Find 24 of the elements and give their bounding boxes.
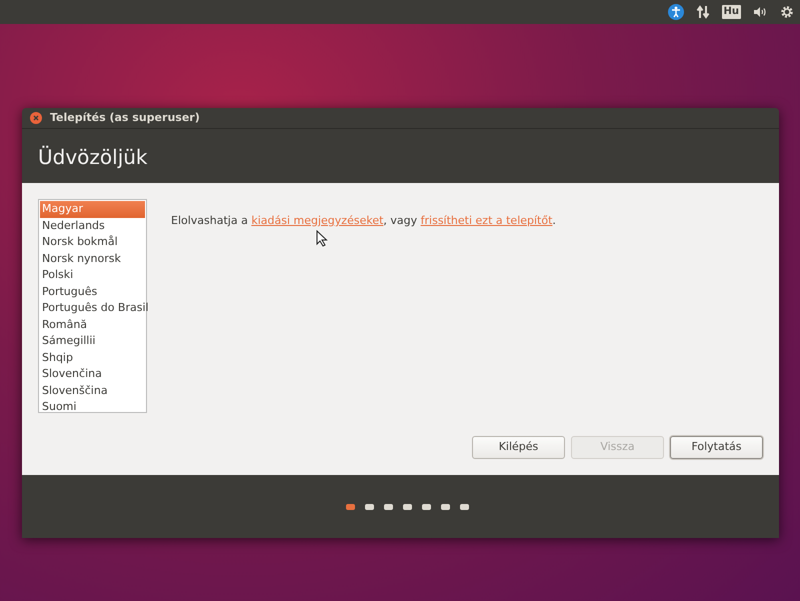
release-notes-text: Elolvashatja a kiadási megjegyzéseket, vagy frissítheti ezt a telepítőt. <box>171 213 556 229</box>
language-item[interactable]: Slovenščina <box>40 382 145 399</box>
volume-icon[interactable] <box>753 6 768 18</box>
dialog-button[interactable]: Folytatás <box>670 436 763 459</box>
language-item[interactable]: Português do Brasil <box>40 300 145 316</box>
dialog-button[interactable]: Kilépés <box>472 436 565 459</box>
page-heading: Üdvözöljük <box>38 145 148 169</box>
mouse-cursor-icon <box>316 230 328 247</box>
window-title: Telepítés (as superuser) <box>50 110 200 126</box>
language-item[interactable]: Norsk bokmål <box>40 234 145 250</box>
language-item[interactable]: Sámegillii <box>40 333 145 350</box>
close-icon[interactable] <box>30 112 42 124</box>
language-item[interactable]: Nederlands <box>40 218 145 234</box>
language-item[interactable]: Português <box>40 284 145 300</box>
settings-icon[interactable] <box>780 5 794 19</box>
language-item[interactable]: Norsk nynorsk <box>40 250 145 267</box>
language-item[interactable]: Suomi <box>40 399 145 416</box>
language-item[interactable]: Shqip <box>40 350 145 366</box>
language-item[interactable]: Română <box>40 316 145 333</box>
keyboard-layout-indicator[interactable]: Hu <box>722 5 741 19</box>
accessibility-icon[interactable] <box>668 4 684 20</box>
language-item[interactable]: Slovenčina <box>40 366 145 382</box>
network-icon[interactable] <box>696 5 710 19</box>
language-item[interactable]: Polski <box>40 267 145 284</box>
